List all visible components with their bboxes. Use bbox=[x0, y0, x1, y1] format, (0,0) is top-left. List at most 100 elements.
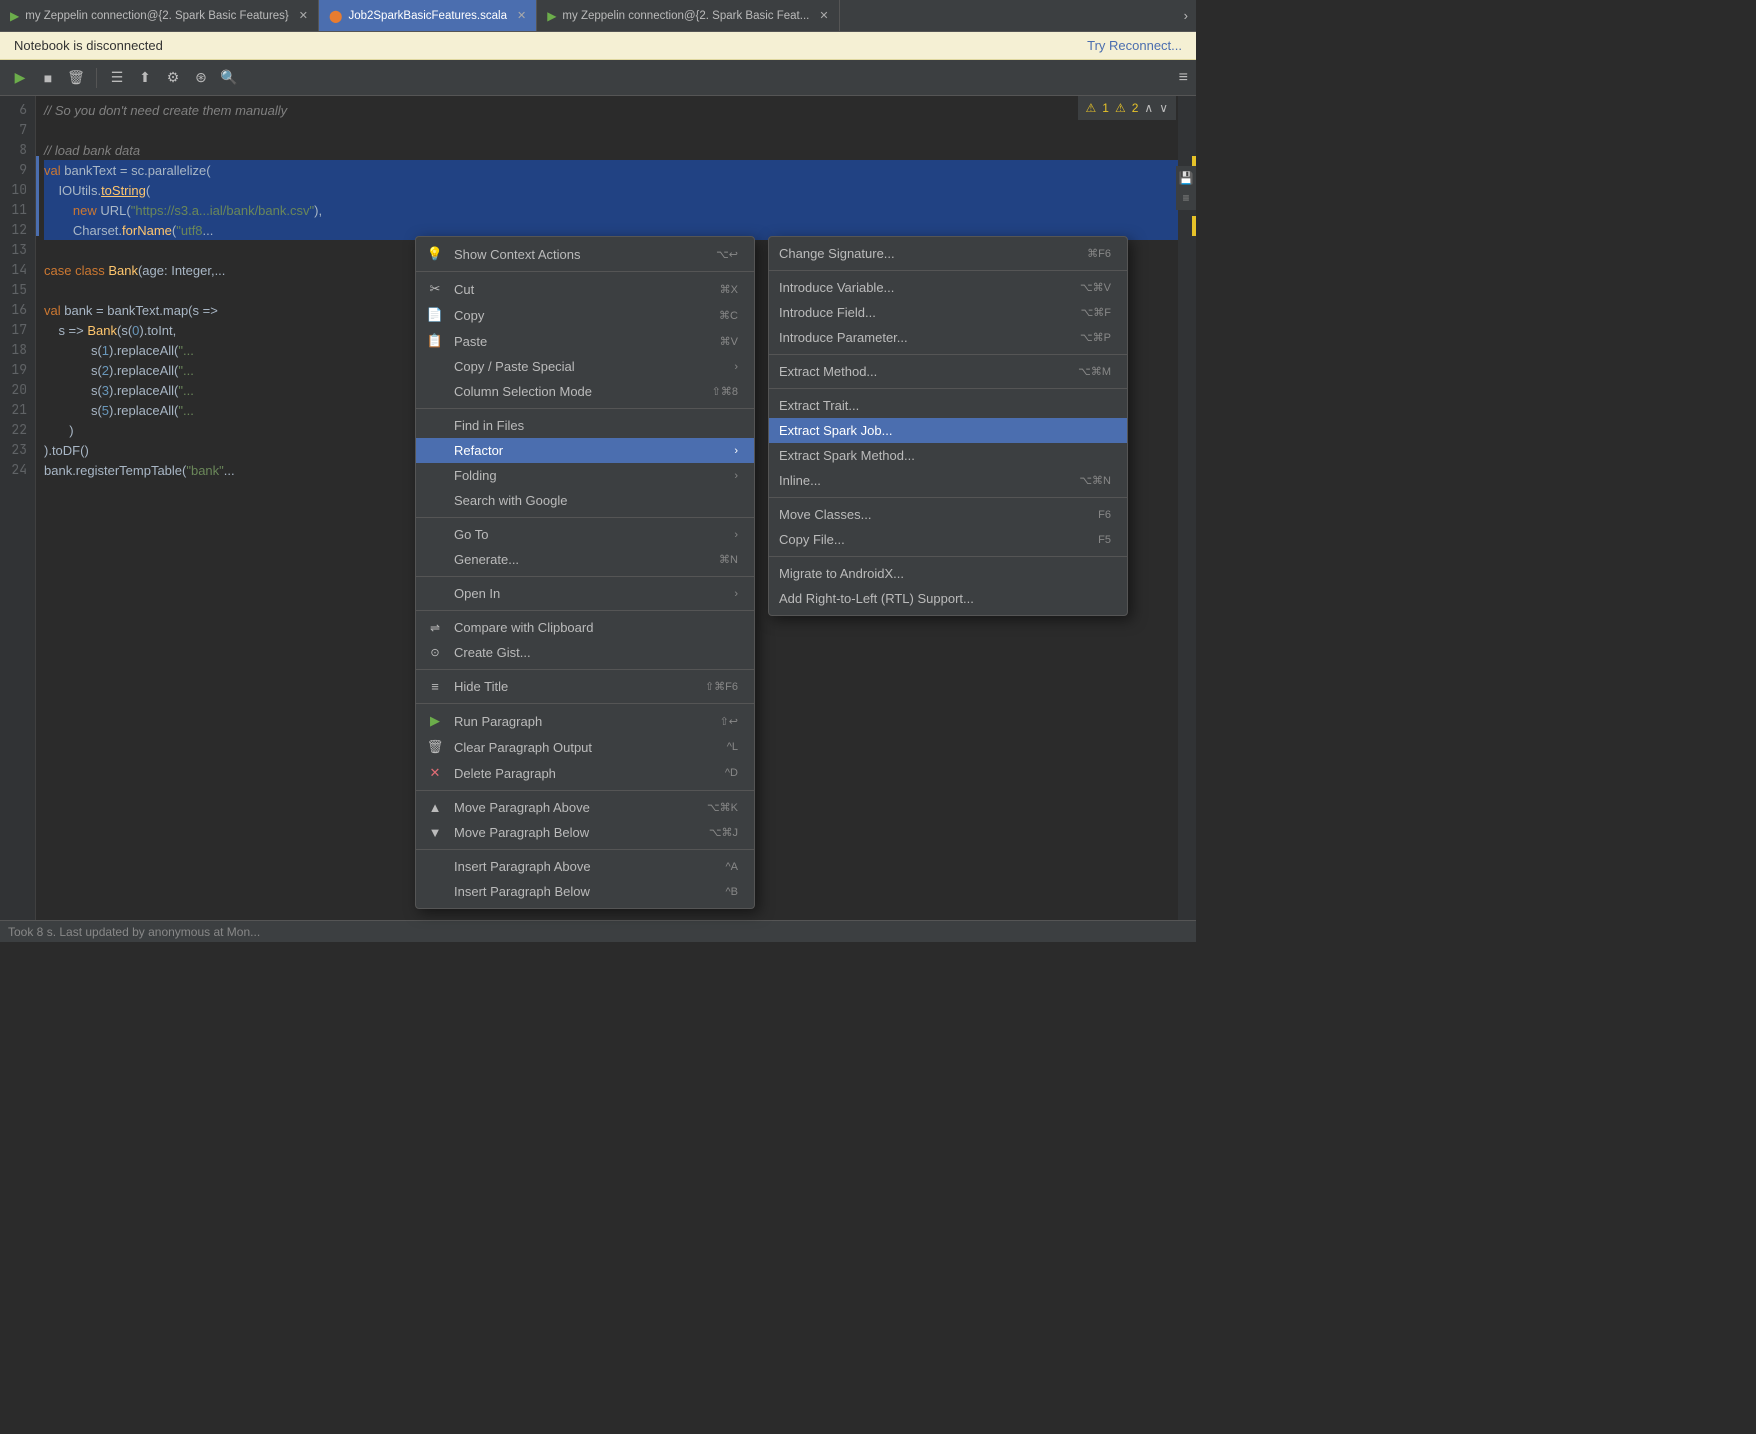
code-line-11: new URL("https://s3.a...ial/bank/bank.cs… bbox=[44, 200, 1178, 220]
lightbulb-icon: 💡 bbox=[426, 246, 444, 262]
tab-zeppelin-1[interactable]: ▶ my Zeppelin connection@{2. Spark Basic… bbox=[0, 0, 319, 31]
menu-clear-output[interactable]: 🗑 Clear Paragraph Output ^L bbox=[416, 734, 754, 760]
menu-goto[interactable]: Go To › bbox=[416, 522, 754, 547]
zeppelin-tab-icon-2: ▶ bbox=[547, 9, 556, 23]
menu-find-in-files[interactable]: Find in Files bbox=[416, 413, 754, 438]
stop-button[interactable]: ■ bbox=[36, 66, 60, 90]
menu-delete-paragraph[interactable]: ✕ Delete Paragraph ^D bbox=[416, 760, 754, 786]
tab-close-2[interactable]: ✕ bbox=[517, 9, 526, 22]
tab-zeppelin-2[interactable]: ▶ my Zeppelin connection@{2. Spark Basic… bbox=[537, 0, 839, 31]
right-panel-save-icon[interactable]: 💾 bbox=[1178, 170, 1194, 186]
menu-folding[interactable]: Folding › bbox=[416, 463, 754, 488]
right-panel-align-icon[interactable]: ≡ bbox=[1178, 190, 1194, 206]
submenu-sep-4 bbox=[769, 497, 1127, 498]
settings-button[interactable]: ⚙ bbox=[161, 66, 185, 90]
submenu-extract-trait[interactable]: Extract Trait... bbox=[769, 393, 1127, 418]
menu-sep-8 bbox=[416, 790, 754, 791]
toolbar: ▶ ■ 🗑 ☰ ⬆ ⚙ ⊛ 🔍 ≡ bbox=[0, 60, 1196, 96]
run-all-button[interactable]: ⊛ bbox=[189, 66, 213, 90]
submenu-sep-1 bbox=[769, 270, 1127, 271]
submenu-extract-spark-method[interactable]: Extract Spark Method... bbox=[769, 443, 1127, 468]
menu-column-selection[interactable]: Column Selection Mode ⇧⌘8 bbox=[416, 379, 754, 404]
submenu-add-rtl[interactable]: Add Right-to-Left (RTL) Support... bbox=[769, 586, 1127, 611]
paste-icon: 📋 bbox=[426, 333, 444, 349]
submenu-refactor: Change Signature... ⌘F6 Introduce Variab… bbox=[768, 236, 1128, 616]
menu-hide-title[interactable]: ≡ Hide Title ⇧⌘F6 bbox=[416, 674, 754, 699]
right-gutter bbox=[1178, 96, 1196, 942]
scala-tab-icon: ⬤ bbox=[329, 9, 342, 23]
submenu-migrate-androidx[interactable]: Migrate to AndroidX... bbox=[769, 561, 1127, 586]
menu-open-in[interactable]: Open In › bbox=[416, 581, 754, 606]
menu-search-google[interactable]: Search with Google bbox=[416, 488, 754, 513]
toolbar-separator-1 bbox=[96, 68, 97, 88]
menu-sep-9 bbox=[416, 849, 754, 850]
tab-label-1: my Zeppelin connection@{2. Spark Basic F… bbox=[25, 10, 289, 22]
code-line-6: // So you don't need create them manuall… bbox=[44, 100, 1178, 120]
menu-sep-2 bbox=[416, 408, 754, 409]
menu-create-gist[interactable]: ⊙ Create Gist... bbox=[416, 640, 754, 665]
menu-show-context-actions[interactable]: 💡 Show Context Actions ⌥↩ bbox=[416, 241, 754, 267]
menu-sep-6 bbox=[416, 669, 754, 670]
zeppelin-tab-icon: ▶ bbox=[10, 9, 19, 23]
copy-icon: 📄 bbox=[426, 307, 444, 323]
submenu-sep-3 bbox=[769, 388, 1127, 389]
submenu-introduce-variable[interactable]: Introduce Variable... ⌥⌘V bbox=[769, 275, 1127, 300]
submenu-extract-method[interactable]: Extract Method... ⌥⌘M bbox=[769, 359, 1127, 384]
menu-insert-below[interactable]: Insert Paragraph Below ^B bbox=[416, 879, 754, 904]
submenu-sep-5 bbox=[769, 556, 1127, 557]
tab-close-3[interactable]: ✕ bbox=[819, 9, 828, 22]
menu-sep-4 bbox=[416, 576, 754, 577]
cut-icon: ✂ bbox=[426, 281, 444, 297]
menu-sep-3 bbox=[416, 517, 754, 518]
clear-output-icon: 🗑 bbox=[426, 739, 444, 755]
tab-overflow-button[interactable]: › bbox=[1176, 8, 1196, 23]
menu-move-above[interactable]: ▲ Move Paragraph Above ⌥⌘K bbox=[416, 795, 754, 820]
right-panel: 💾 ≡ bbox=[1176, 166, 1196, 210]
move-below-icon: ▼ bbox=[426, 825, 444, 840]
submenu-extract-spark-job[interactable]: Extract Spark Job... bbox=[769, 418, 1127, 443]
toolbar-menu-button[interactable]: ≡ bbox=[1179, 69, 1188, 87]
menu-generate[interactable]: Generate... ⌘N bbox=[416, 547, 754, 572]
submenu-inline[interactable]: Inline... ⌥⌘N bbox=[769, 468, 1127, 493]
menu-paste[interactable]: 📋 Paste ⌘V bbox=[416, 328, 754, 354]
menu-copy-paste-special[interactable]: Copy / Paste Special › bbox=[416, 354, 754, 379]
notification-bar: Notebook is disconnected Try Reconnect..… bbox=[0, 32, 1196, 60]
selection-indicator bbox=[36, 156, 39, 236]
menu-run-paragraph[interactable]: ▶ Run Paragraph ⇧↩ bbox=[416, 708, 754, 734]
menu-insert-above[interactable]: Insert Paragraph Above ^A bbox=[416, 854, 754, 879]
tab-bar: ▶ my Zeppelin connection@{2. Spark Basic… bbox=[0, 0, 1196, 32]
status-bar: Took 8 s. Last updated by anonymous at M… bbox=[0, 920, 1196, 942]
menu-move-below[interactable]: ▼ Move Paragraph Below ⌥⌘J bbox=[416, 820, 754, 845]
submenu-change-signature[interactable]: Change Signature... ⌘F6 bbox=[769, 241, 1127, 266]
tab-close-1[interactable]: ✕ bbox=[299, 9, 308, 22]
submenu-copy-file[interactable]: Copy File... F5 bbox=[769, 527, 1127, 552]
list-button[interactable]: ☰ bbox=[105, 66, 129, 90]
search-button[interactable]: 🔍 bbox=[217, 66, 241, 90]
try-reconnect-button[interactable]: Try Reconnect... bbox=[1087, 38, 1182, 53]
menu-sep-7 bbox=[416, 703, 754, 704]
submenu-introduce-parameter[interactable]: Introduce Parameter... ⌥⌘P bbox=[769, 325, 1127, 350]
tab-scala[interactable]: ⬤ Job2SparkBasicFeatures.scala ✕ bbox=[319, 0, 537, 31]
delete-button[interactable]: 🗑 bbox=[64, 66, 88, 90]
menu-cut[interactable]: ✂ Cut ⌘X bbox=[416, 276, 754, 302]
delete-paragraph-icon: ✕ bbox=[426, 765, 444, 781]
run-button[interactable]: ▶ bbox=[8, 66, 32, 90]
submenu-move-classes[interactable]: Move Classes... F6 bbox=[769, 502, 1127, 527]
code-line-8: // load bank data bbox=[44, 140, 1178, 160]
tab-label-3: my Zeppelin connection@{2. Spark Basic F… bbox=[562, 10, 809, 22]
submenu-introduce-field[interactable]: Introduce Field... ⌥⌘F bbox=[769, 300, 1127, 325]
menu-sep-1 bbox=[416, 271, 754, 272]
compare-icon: ⇌ bbox=[426, 621, 444, 635]
main-area: ⚠ 1 ⚠ 2 ∧ ∨ 6 7 8 9 10 11 12 13 14 15 16… bbox=[0, 96, 1196, 942]
context-menu: 💡 Show Context Actions ⌥↩ ✂ Cut ⌘X 📄 Cop… bbox=[415, 236, 755, 909]
move-up-button[interactable]: ⬆ bbox=[133, 66, 157, 90]
menu-copy[interactable]: 📄 Copy ⌘C bbox=[416, 302, 754, 328]
menu-sep-5 bbox=[416, 610, 754, 611]
menu-refactor[interactable]: Refactor › bbox=[416, 438, 754, 463]
hide-title-icon: ≡ bbox=[426, 679, 444, 694]
submenu-sep-2 bbox=[769, 354, 1127, 355]
code-line-7 bbox=[44, 120, 1178, 140]
tab-label-2: Job2SparkBasicFeatures.scala bbox=[348, 10, 507, 22]
menu-compare-clipboard[interactable]: ⇌ Compare with Clipboard bbox=[416, 615, 754, 640]
notification-message: Notebook is disconnected bbox=[14, 38, 163, 53]
